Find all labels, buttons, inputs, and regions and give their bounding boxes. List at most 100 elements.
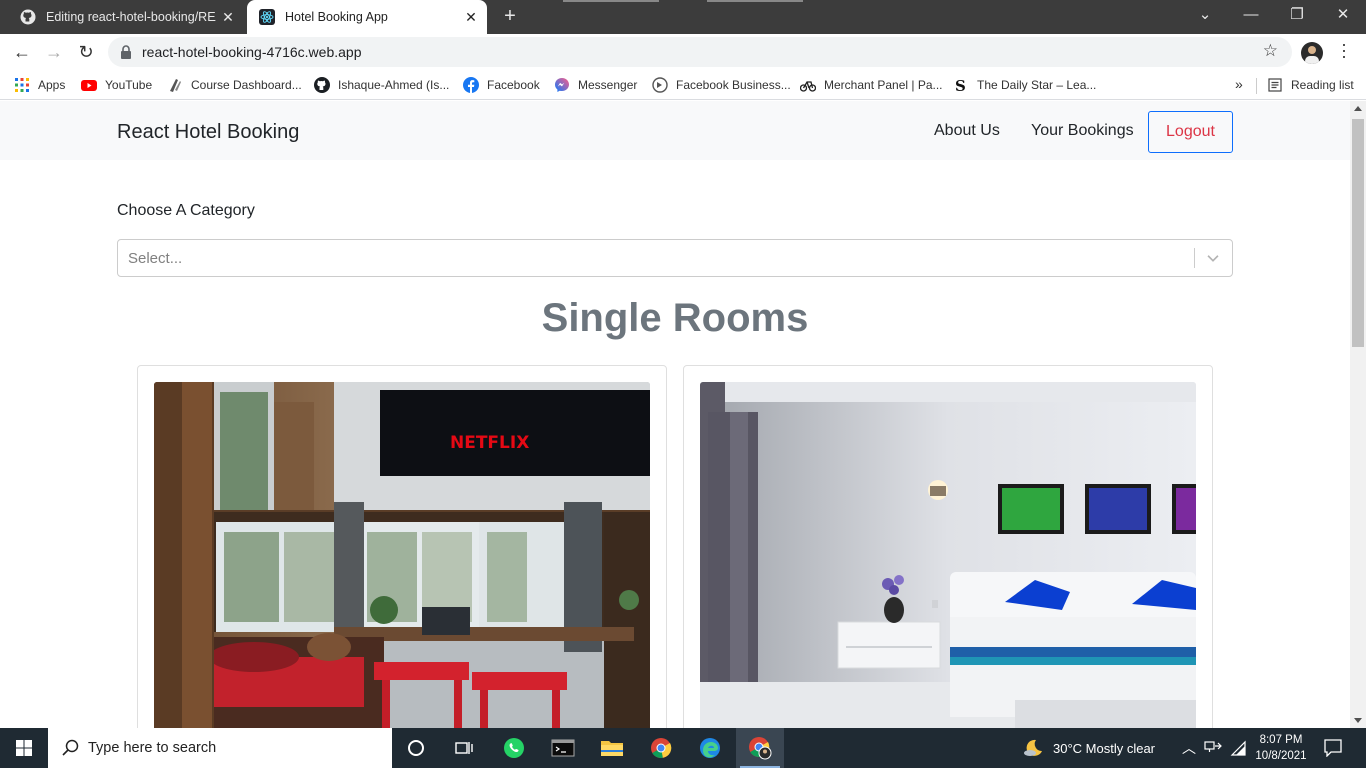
tab-editing-readme[interactable]: Editing react-hotel-booking/README ✕ bbox=[8, 0, 244, 34]
course-icon bbox=[170, 79, 181, 92]
browser-toolbar: ← → ↻ react-hotel-booking-4716c.web.app … bbox=[0, 34, 1366, 70]
tab-drag-indicator bbox=[707, 0, 803, 2]
chevron-down-icon[interactable] bbox=[1204, 249, 1222, 267]
tab-title: Editing react-hotel-booking/README bbox=[46, 10, 216, 24]
facebook-icon bbox=[463, 77, 479, 93]
reload-icon[interactable]: ↻ bbox=[74, 40, 98, 64]
tab-title: Hotel Booking App bbox=[285, 10, 388, 24]
close-window-button[interactable]: ✕ bbox=[1320, 0, 1366, 34]
network-ethernet-icon[interactable] bbox=[1204, 740, 1222, 756]
terminal-icon bbox=[551, 739, 575, 757]
bicycle-icon bbox=[800, 81, 816, 92]
section-title: Single Rooms bbox=[541, 296, 809, 340]
edge-taskbar-button[interactable] bbox=[686, 728, 734, 768]
show-hidden-icons-chevron-icon[interactable]: ︿ bbox=[1182, 738, 1196, 758]
site-brand[interactable]: React Hotel Booking bbox=[117, 121, 299, 144]
weather-text[interactable]: 30°C Mostly clear bbox=[1053, 741, 1155, 756]
whatsapp-taskbar-button[interactable] bbox=[490, 728, 538, 768]
scroll-down-arrow-icon[interactable] bbox=[1354, 718, 1362, 723]
minimize-button[interactable]: — bbox=[1228, 0, 1274, 34]
bookmark-course-dashboard[interactable]: Course Dashboard... bbox=[167, 76, 302, 94]
windows-logo-icon bbox=[16, 740, 32, 756]
tab-search-chevron-icon[interactable]: ⌄ bbox=[1182, 0, 1228, 34]
chrome-menu-icon[interactable]: · · · bbox=[1337, 35, 1351, 65]
reading-list-label: Reading list bbox=[1291, 78, 1354, 92]
taskbar-search[interactable]: Type here to search bbox=[48, 728, 392, 768]
address-bar[interactable]: react-hotel-booking-4716c.web.app ☆ bbox=[108, 37, 1292, 67]
edge-icon bbox=[700, 738, 720, 758]
bookmark-label: Ishaque-Ahmed (Is... bbox=[338, 78, 450, 92]
category-select[interactable]: Select... bbox=[117, 239, 1233, 277]
folder-icon bbox=[601, 741, 623, 756]
category-label: Choose A Category bbox=[117, 202, 255, 219]
page-scrollbar[interactable] bbox=[1350, 101, 1366, 728]
room-card[interactable] bbox=[683, 365, 1213, 728]
bookmark-facebook[interactable]: Facebook bbox=[463, 76, 540, 94]
bookmark-facebook-business[interactable]: Facebook Business... bbox=[652, 76, 791, 94]
system-clock[interactable]: 8:07 PM 10/8/2021 bbox=[1250, 732, 1312, 764]
nav-your-bookings[interactable]: Your Bookings bbox=[1031, 122, 1134, 140]
search-placeholder: Type here to search bbox=[88, 740, 217, 756]
room-photo-cabin[interactable]: NETFLIX bbox=[154, 382, 650, 728]
bookmark-star-icon[interactable]: ☆ bbox=[1263, 41, 1278, 61]
bookmark-divider bbox=[1256, 78, 1257, 94]
page-viewport: React Hotel Booking About Us Your Bookin… bbox=[0, 101, 1350, 728]
daily-star-icon: S bbox=[955, 77, 966, 93]
cortana-circle-icon bbox=[408, 740, 424, 756]
tab-hotel-booking-app[interactable]: Hotel Booking App ✕ bbox=[247, 0, 487, 34]
wifi-icon[interactable] bbox=[1230, 740, 1246, 756]
github-icon bbox=[20, 9, 36, 25]
room-card[interactable]: NETFLIX bbox=[137, 365, 667, 728]
bookmark-merchant-panel[interactable]: Merchant Panel | Pa... bbox=[800, 76, 943, 94]
scrollbar-thumb[interactable] bbox=[1352, 119, 1364, 347]
chrome-taskbar-button[interactable] bbox=[637, 728, 685, 768]
close-tab-icon[interactable]: ✕ bbox=[459, 9, 483, 26]
chrome-profile-taskbar-button[interactable] bbox=[736, 728, 784, 768]
search-icon bbox=[62, 739, 79, 756]
more-bookmarks-chevron-icon[interactable]: » bbox=[1235, 76, 1243, 92]
bookmark-messenger[interactable]: Messenger bbox=[554, 76, 637, 94]
tab-drag-indicator bbox=[563, 0, 659, 2]
bookmark-label: Apps bbox=[38, 78, 66, 92]
bookmarks-bar: Apps YouTube Course Dashboard... Ishaque… bbox=[0, 70, 1366, 100]
new-tab-button[interactable]: + bbox=[499, 6, 521, 28]
reading-list-button[interactable]: Reading list bbox=[1267, 76, 1354, 94]
restore-button[interactable]: ❐ bbox=[1274, 0, 1320, 34]
start-button[interactable] bbox=[0, 728, 48, 768]
github-icon bbox=[314, 77, 330, 93]
logout-button[interactable]: Logout bbox=[1148, 111, 1233, 153]
close-tab-icon[interactable]: ✕ bbox=[216, 9, 240, 26]
url-text: react-hotel-booking-4716c.web.app bbox=[142, 44, 362, 60]
terminal-taskbar-button[interactable] bbox=[539, 728, 587, 768]
scroll-up-arrow-icon[interactable] bbox=[1354, 106, 1362, 111]
messenger-icon bbox=[555, 78, 569, 92]
cortana-button[interactable] bbox=[392, 728, 440, 768]
clock-date: 10/8/2021 bbox=[1255, 750, 1307, 762]
bookmark-label: Facebook bbox=[487, 78, 540, 92]
bookmark-label: Merchant Panel | Pa... bbox=[824, 78, 943, 92]
bookmark-label: Messenger bbox=[578, 78, 638, 92]
task-view-button[interactable] bbox=[440, 728, 488, 768]
bookmark-label: YouTube bbox=[105, 78, 153, 92]
file-explorer-taskbar-button[interactable] bbox=[588, 728, 636, 768]
business-icon bbox=[652, 77, 668, 93]
svg-text:S: S bbox=[955, 77, 966, 93]
bookmark-github-profile[interactable]: Ishaque-Ahmed (Is... bbox=[314, 76, 449, 94]
chrome-profile-icon bbox=[749, 737, 772, 760]
bookmark-youtube[interactable]: YouTube bbox=[81, 76, 152, 94]
room-photo-white-bedroom[interactable] bbox=[700, 382, 1196, 728]
back-arrow-icon[interactable]: ← bbox=[10, 40, 34, 64]
browser-tab-strip: Editing react-hotel-booking/README ✕ Hot… bbox=[0, 0, 1366, 34]
select-placeholder: Select... bbox=[128, 250, 183, 267]
clock-time: 8:07 PM bbox=[1259, 734, 1303, 746]
site-navbar: React Hotel Booking About Us Your Bookin… bbox=[0, 101, 1350, 160]
profile-avatar[interactable] bbox=[1301, 42, 1323, 64]
react-icon bbox=[259, 9, 275, 25]
bookmark-daily-star[interactable]: S The Daily Star – Lea... bbox=[953, 76, 1096, 94]
nav-about-us[interactable]: About Us bbox=[934, 122, 1000, 140]
weather-moon-icon bbox=[1024, 739, 1042, 756]
forward-arrow-icon[interactable]: → bbox=[42, 40, 66, 64]
bookmark-apps[interactable]: Apps bbox=[14, 76, 65, 94]
apps-grid-icon bbox=[15, 78, 29, 92]
notifications-icon[interactable] bbox=[1324, 739, 1342, 757]
